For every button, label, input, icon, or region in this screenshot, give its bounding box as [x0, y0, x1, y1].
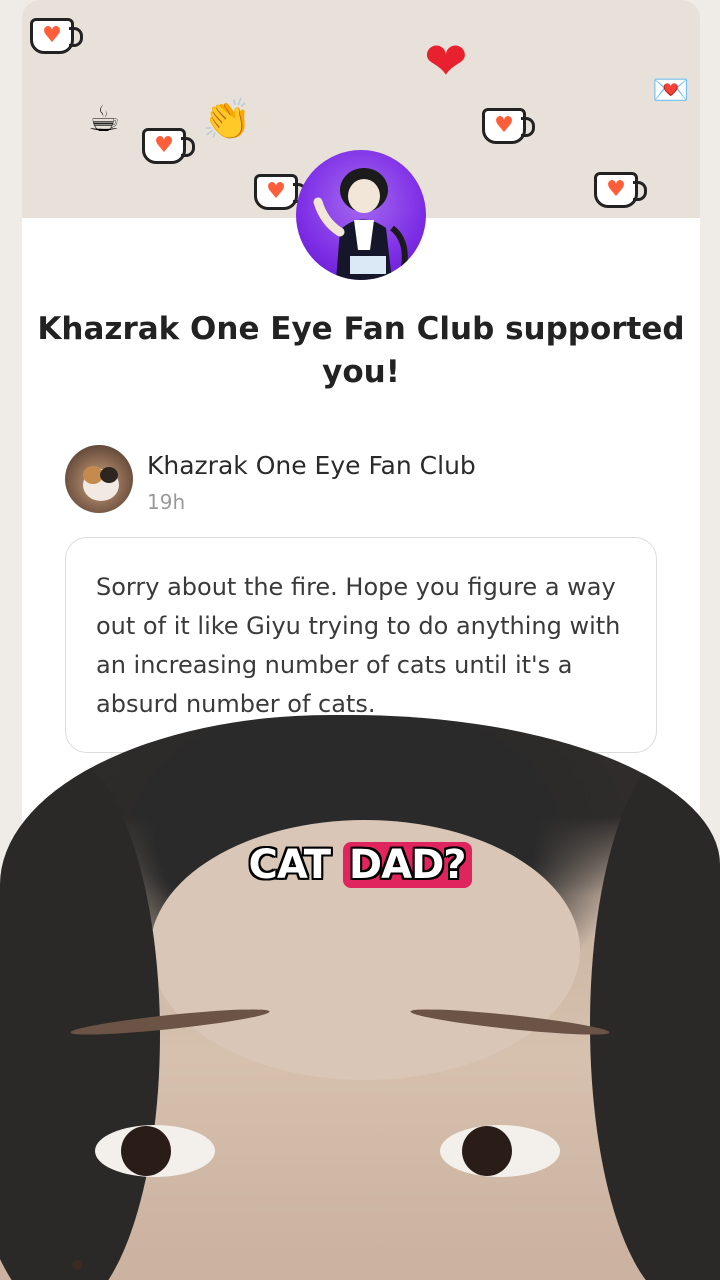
supporter-row: Khazrak One Eye Fan Club 19h — [65, 445, 625, 515]
video-caption: CAT DAD? — [0, 842, 720, 888]
kofi-cup-icon: ♥ — [254, 174, 307, 210]
kofi-cup-icon: ♥ — [482, 108, 535, 144]
kofi-cup-icon: ♥ — [594, 172, 647, 208]
supporter-name[interactable]: Khazrak One Eye Fan Club — [147, 451, 476, 480]
kofi-cup-icon: ♥ — [142, 128, 195, 164]
caption-word-dad: DAD? — [342, 842, 472, 888]
creator-avatar[interactable] — [296, 150, 426, 280]
red-heart-icon: ❤ — [424, 32, 468, 92]
mole — [72, 1260, 82, 1270]
left-eye — [95, 1125, 215, 1177]
coffee-icon: ☕ — [88, 99, 121, 140]
anime-character-illustration — [313, 168, 408, 280]
supporter-timestamp: 19h — [147, 490, 186, 514]
clapping-hands-icon: 👏 — [202, 97, 252, 143]
supporter-avatar[interactable] — [65, 445, 133, 513]
love-letter-icon: 💌 — [652, 73, 690, 108]
creator-face-overlay — [0, 715, 720, 1280]
hair-left — [0, 755, 160, 1280]
right-eye — [440, 1125, 560, 1177]
kofi-cup-icon: ♥ — [30, 18, 83, 54]
cat-photo — [83, 466, 119, 501]
hair-right — [590, 745, 720, 1280]
support-title: Khazrak One Eye Fan Club supported you! — [37, 311, 685, 390]
caption-word-cat: CAT — [248, 842, 330, 888]
